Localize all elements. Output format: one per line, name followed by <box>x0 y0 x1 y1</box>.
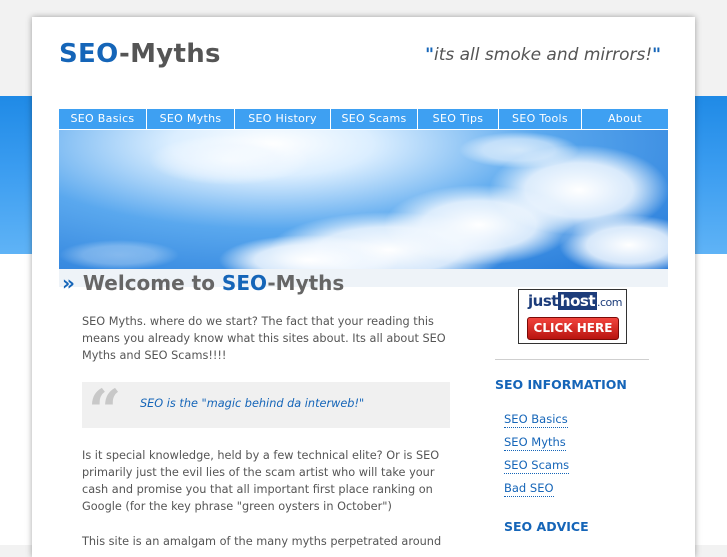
ad-logo-host: host <box>557 292 598 310</box>
sidebar-divider <box>495 359 649 360</box>
sidebar-heading-seo-information: SEO INFORMATION <box>495 377 627 392</box>
blockquote: “ SEO is the "magic behind da interweb!" <box>82 377 450 445</box>
cloud-sky-graphic <box>59 132 668 269</box>
tagline-text: its all smoke and mirrors! <box>433 45 653 65</box>
nav-item-seo-scams[interactable]: SEO Scams <box>331 109 418 129</box>
tagline-open-quote: " <box>425 45 434 65</box>
intro-paragraph: SEO Myths. where do we start? The fact t… <box>82 315 446 362</box>
ad-logo-just: just <box>528 292 558 310</box>
site-tagline: "its all smoke and mirrors!" <box>425 45 661 65</box>
logo-part-myths: -Myths <box>118 39 221 69</box>
nav-item-seo-tips[interactable]: SEO Tips <box>418 109 499 129</box>
body-paragraph-3: This site is an amalgam of the many myth… <box>82 535 442 548</box>
justhost-ad-banner[interactable]: just host .com CLICK HERE <box>518 289 627 344</box>
page-container: SEO-Myths "its all smoke and mirrors!" S… <box>32 17 695 557</box>
nav-item-seo-basics[interactable]: SEO Basics <box>59 109 147 129</box>
ad-click-here-button[interactable]: CLICK HERE <box>527 317 619 340</box>
site-logo[interactable]: SEO-Myths <box>59 39 221 69</box>
ad-logo-com: .com <box>597 296 623 309</box>
sidebar-link-seo-basics[interactable]: SEO Basics <box>504 412 568 428</box>
logo-part-seo: SEO <box>59 39 119 69</box>
tagline-close-quote: " <box>652 45 661 65</box>
title-brand: SEO <box>221 271 268 295</box>
title-prefix: Welcome to <box>82 271 222 295</box>
sidebar-link-bad-seo[interactable]: Bad SEO <box>504 481 554 497</box>
title-suffix: -Myths <box>267 271 345 295</box>
nav-item-seo-myths[interactable]: SEO Myths <box>147 109 235 129</box>
page-title: » Welcome to SEO-Myths <box>62 271 344 295</box>
main-nav: SEO Basics SEO Myths SEO History SEO Sca… <box>59 109 668 129</box>
nav-item-about[interactable]: About <box>582 109 668 129</box>
body-paragraph-2: Is it special knowledge, held by a few t… <box>82 449 440 513</box>
nav-item-seo-tools[interactable]: SEO Tools <box>499 109 582 129</box>
sidebar-link-seo-scams[interactable]: SEO Scams <box>504 458 570 474</box>
title-arrow-icon: » <box>62 271 75 295</box>
header-banner-image <box>59 130 668 269</box>
sidebar-link-seo-myths[interactable]: SEO Myths <box>504 435 566 451</box>
ad-logo: just host .com <box>528 292 623 310</box>
sidebar-heading-seo-advice: SEO ADVICE <box>504 519 589 534</box>
nav-item-seo-history[interactable]: SEO History <box>235 109 331 129</box>
quote-mark-icon: “ <box>88 377 122 445</box>
quote-text: SEO is the "magic behind da interweb!" <box>140 397 365 410</box>
